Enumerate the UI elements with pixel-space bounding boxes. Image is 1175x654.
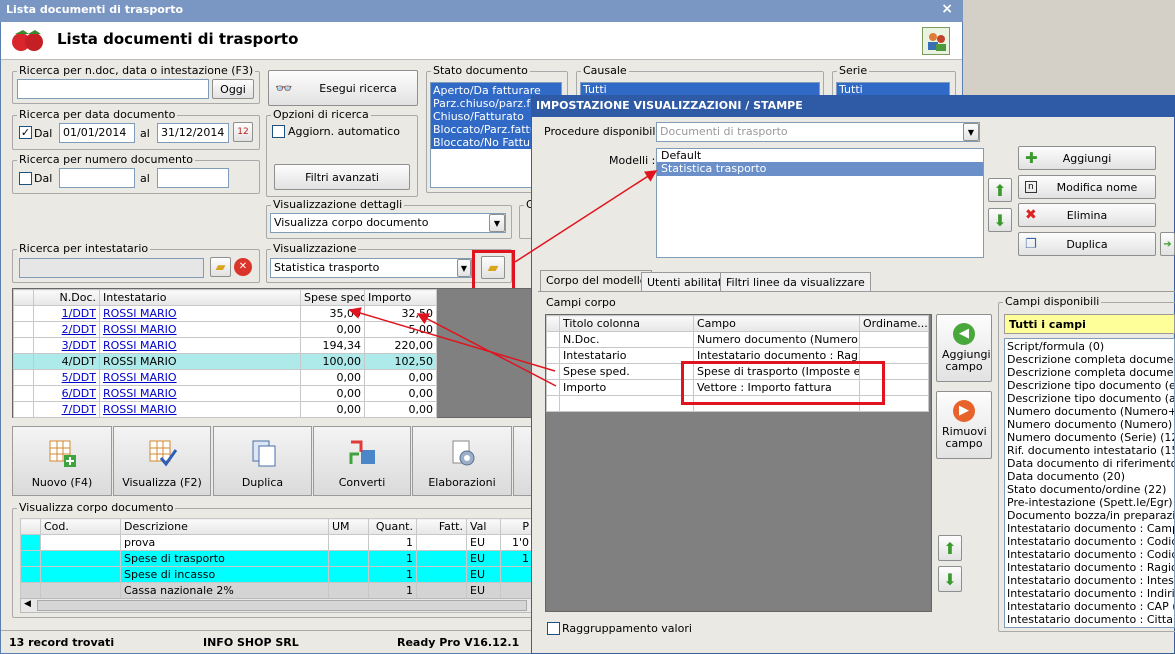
arrow-to-importo [416,313,557,387]
arrow-to-models [514,170,658,263]
arrow-to-spese [348,307,556,372]
annotation-arrows [348,170,658,387]
